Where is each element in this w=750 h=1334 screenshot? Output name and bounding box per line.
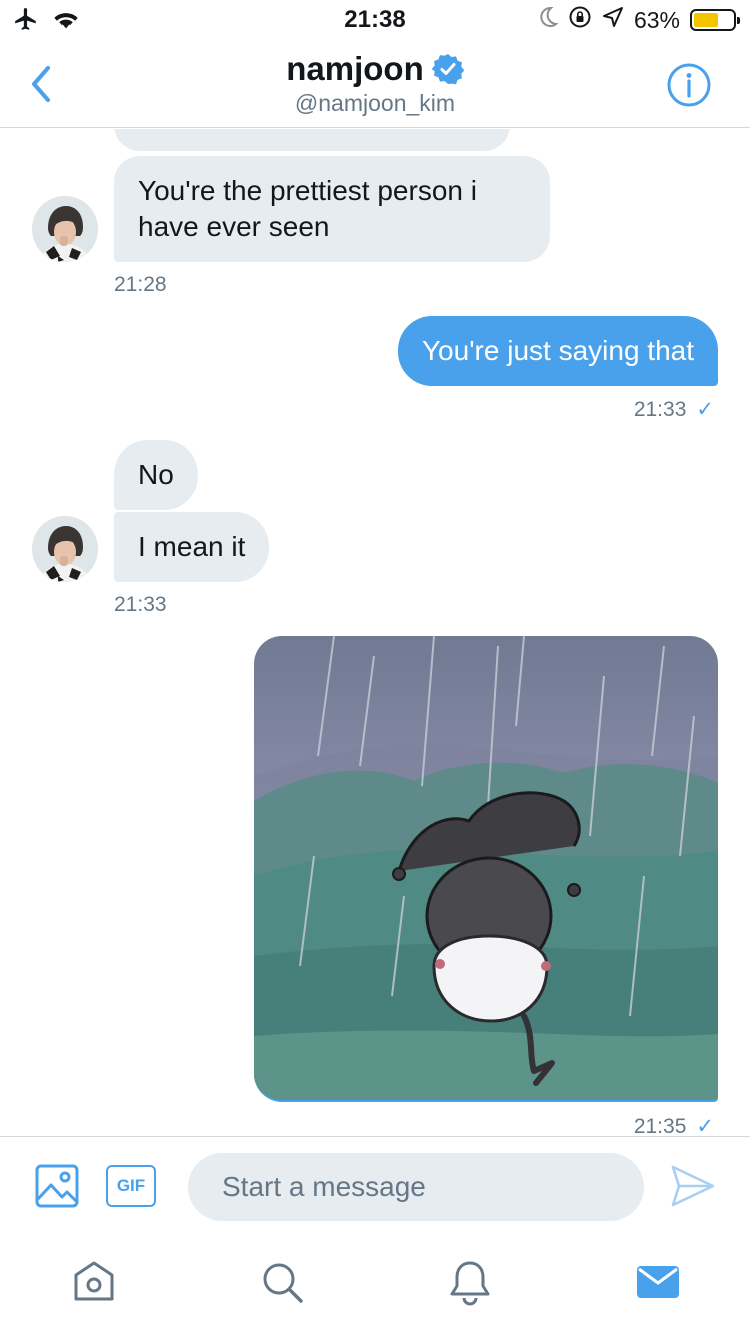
home-icon: [74, 1261, 114, 1301]
rotation-lock-icon: [568, 5, 592, 35]
tab-home[interactable]: [70, 1258, 118, 1306]
tab-messages[interactable]: [634, 1258, 682, 1306]
messages-icon: [637, 1266, 679, 1298]
conversation-header: namjoon @namjoon_kim: [0, 40, 750, 128]
gif-button[interactable]: GIF: [106, 1165, 156, 1207]
message-composer: GIF: [0, 1136, 750, 1234]
battery-fill: [694, 13, 718, 27]
search-icon: [263, 1263, 303, 1303]
image-attach-button[interactable]: [34, 1163, 80, 1209]
message-list[interactable]: You're the prettiest person i have ever …: [0, 129, 750, 1135]
message-bubble-partial[interactable]: [114, 129, 510, 151]
read-check-icon: ✓: [696, 398, 714, 421]
message-input[interactable]: [188, 1153, 644, 1221]
message-timestamp: 21:33: [114, 593, 167, 616]
info-button[interactable]: [666, 62, 712, 108]
message-time: 21:35: [633, 1115, 687, 1135]
user-handle: @namjoon_kim: [294, 90, 456, 116]
message-time: 21:33: [633, 398, 687, 421]
read-check-icon: ✓: [696, 1115, 714, 1135]
message-timestamp: 21:35 ✓: [634, 1114, 714, 1135]
avatar[interactable]: [32, 516, 98, 582]
notifications-icon: [450, 1261, 490, 1306]
image-message[interactable]: [254, 636, 718, 1102]
message-bubble[interactable]: You're the prettiest person i have ever …: [114, 156, 550, 262]
message-bubble-outgoing[interactable]: You're just saying that: [397, 316, 718, 386]
message-timestamp: 21:33 ✓: [634, 397, 714, 422]
tab-notifications[interactable]: [446, 1258, 494, 1306]
tab-bar: [0, 1234, 750, 1334]
moon-icon: [538, 6, 559, 34]
battery-percent: 63%: [633, 6, 680, 33]
message-timestamp: 21:28: [114, 273, 167, 296]
verified-badge-icon: [431, 53, 465, 85]
battery-icon: [690, 9, 740, 31]
message-bubble[interactable]: No: [114, 440, 198, 510]
status-bar: 21:38 63%: [0, 0, 750, 40]
tab-search[interactable]: [258, 1258, 306, 1306]
send-button[interactable]: [670, 1163, 716, 1209]
page-title: namjoon: [286, 50, 424, 87]
message-bubble[interactable]: I mean it: [114, 512, 270, 582]
avatar[interactable]: [32, 196, 98, 262]
location-icon: [602, 6, 624, 34]
